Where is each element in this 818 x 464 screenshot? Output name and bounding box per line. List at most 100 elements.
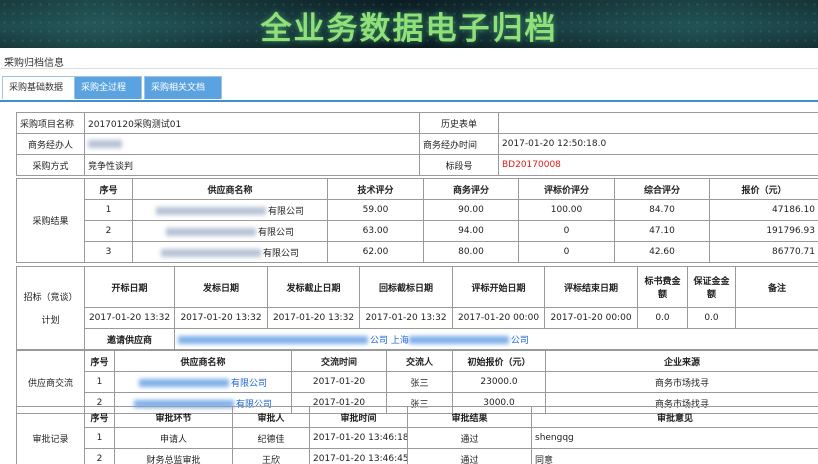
table-row: 2 财务总监审批 王欣 2017-01-20 13:46:45 通过 同意	[17, 448, 818, 464]
plan-remark	[735, 307, 818, 329]
result-biz: 94.00	[423, 220, 519, 242]
approval-result: 通过	[407, 427, 532, 449]
approval-result: 通过	[407, 448, 532, 464]
history-value	[498, 112, 818, 134]
exchange-header-supplier: 供应商名称	[114, 350, 292, 372]
result-price-score: 0	[518, 241, 615, 263]
result-header-total: 综合评分	[614, 178, 710, 200]
redacted-agent	[88, 139, 122, 148]
approval-step: 财务总监审批	[114, 448, 233, 464]
approval-person: 王欣	[232, 448, 310, 464]
result-tech: 63.00	[327, 220, 424, 242]
project-name-label: 采购项目名称	[16, 112, 85, 134]
agent-value	[84, 133, 420, 155]
plan-open-date: 2017-01-20 13:32	[84, 307, 175, 329]
table-row: 1 有限公司 2017-01-20 张三 23000.0 商务市场找寻	[17, 371, 818, 393]
plan-header-issue-deadline: 发标截止日期	[267, 266, 360, 308]
tab-bar: 采购基础数据 采购全过程 采购相关文档	[0, 74, 818, 102]
approval-no: 2	[84, 448, 115, 464]
exchange-no: 1	[84, 371, 115, 393]
result-header-price-score: 评标价评分	[518, 178, 615, 200]
approval-header-no: 序号	[84, 406, 115, 428]
exchange-section-label: 供应商交流	[16, 350, 85, 414]
supplier-suffix: 有限公司	[257, 227, 294, 238]
tab-related-docs[interactable]: 采购相关文档	[144, 76, 222, 99]
redacted-supplier	[160, 249, 261, 257]
exchange-table: 供应商交流 序号 供应商名称 交流时间 交流人 初始报价（元） 企业来源 1 有…	[16, 350, 818, 414]
approval-header-person: 审批人	[232, 406, 310, 428]
result-quote: 191796.93	[709, 220, 818, 242]
table-row: 1 申请人 纪德佳 2017-01-20 13:46:18 通过 shengqg	[17, 427, 818, 449]
redacted-invite-2	[408, 336, 509, 344]
result-header-supplier: 供应商名称	[132, 178, 328, 200]
plan-issue-deadline: 2017-01-20 13:32	[267, 307, 360, 329]
plan-header-return-deadline: 回标截标日期	[359, 266, 453, 308]
result-header-biz: 商务评分	[423, 178, 519, 200]
approval-no: 1	[84, 427, 115, 449]
window-title-bar: 采购归档信息 —	[0, 52, 818, 69]
approval-time: 2017-01-20 13:46:18	[309, 427, 408, 449]
approval-header-comment: 审批意见	[531, 406, 818, 428]
exchange-supplier: 有限公司	[114, 371, 292, 393]
approval-comment: 同意	[531, 448, 818, 464]
exchange-time: 2017-01-20	[291, 371, 387, 393]
result-header-no: 序号	[84, 178, 133, 200]
result-tech: 59.00	[327, 199, 424, 221]
supplier-suffix: 有限公司	[267, 206, 304, 217]
method-value: 竞争性谈判	[84, 154, 420, 176]
tab-full-process[interactable]: 采购全过程	[74, 76, 142, 99]
invite-suffix-1: 公司	[370, 335, 389, 346]
approval-step: 申请人	[114, 427, 233, 449]
result-no: 2	[84, 220, 133, 242]
result-total: 84.70	[614, 199, 710, 221]
redacted-invite-1	[178, 336, 368, 344]
invite-suffix-3: 公司	[510, 335, 529, 346]
bid-no-label: 标段号	[419, 154, 499, 176]
invite-suffix-2: 上海	[390, 335, 409, 346]
table-row: 1 有限公司 59.00 90.00 100.00 84.70 47186.10	[17, 199, 818, 221]
plan-section-label-bottom: 计划	[41, 316, 60, 326]
plan-header-issue: 发标日期	[174, 266, 268, 308]
result-no: 1	[84, 199, 133, 221]
approval-person: 纪德佳	[232, 427, 310, 449]
approval-time: 2017-01-20 13:46:45	[309, 448, 408, 464]
exchange-header-price: 初始报价（元）	[452, 350, 546, 372]
result-supplier: 有限公司	[132, 199, 328, 221]
agent-time-value: 2017-01-20 12:50:18.0	[498, 133, 818, 155]
exchange-header-source: 企业来源	[545, 350, 818, 372]
exchange-header-no: 序号	[84, 350, 115, 372]
plan-deposit: 0.0	[687, 307, 736, 329]
plan-header-remark: 备注	[735, 266, 818, 308]
bid-no-value: BD20170008	[498, 154, 818, 176]
exchange-source: 商务市场找寻	[545, 371, 818, 393]
result-quote: 86770.71	[709, 241, 818, 263]
result-biz: 90.00	[423, 199, 519, 221]
plan-section-label-top: 招标（竞谈）	[23, 293, 78, 303]
redacted-supplier	[138, 379, 229, 387]
result-tech: 62.00	[327, 241, 424, 263]
approval-header-result: 审批结果	[407, 406, 532, 428]
archive-form: 采购项目名称 20170120采购测试01 历史表单 商务经办人 商务经办时间 …	[16, 110, 818, 464]
approval-comment: shengqg	[531, 427, 818, 449]
plan-header-open: 开标日期	[84, 266, 175, 308]
redacted-supplier	[155, 207, 266, 215]
project-name-value: 20170120采购测试01	[84, 112, 420, 134]
agent-label: 商务经办人	[16, 133, 85, 155]
result-supplier: 有限公司	[132, 220, 328, 242]
invite-label: 邀请供应商	[84, 328, 175, 350]
exchange-header-time: 交流时间	[291, 350, 387, 372]
approval-header-step: 审批环节	[114, 406, 233, 428]
plan-issue-date: 2017-01-20 13:32	[174, 307, 268, 329]
basic-info-table: 采购项目名称 20170120采购测试01 历史表单 商务经办人 商务经办时间 …	[16, 112, 818, 176]
collapse-icon[interactable]: —	[4, 52, 812, 65]
tab-basic-data[interactable]: 采购基础数据	[2, 76, 78, 99]
supplier-suffix[interactable]: 有限公司	[231, 379, 267, 389]
approval-table: 审批记录 序号 审批环节 审批人 审批时间 审批结果 审批意见 1 申请人 纪德…	[16, 406, 818, 464]
approval-header-time: 审批时间	[309, 406, 408, 428]
banner: 全业务数据电子归档	[0, 0, 818, 48]
redacted-supplier	[165, 228, 256, 236]
result-supplier: 有限公司	[132, 241, 328, 263]
table-row: 2 有限公司 63.00 94.00 0 47.10 191796.93	[17, 220, 818, 242]
plan-section-label: 招标（竞谈） 计划	[16, 266, 85, 350]
history-label: 历史表单	[419, 112, 499, 134]
